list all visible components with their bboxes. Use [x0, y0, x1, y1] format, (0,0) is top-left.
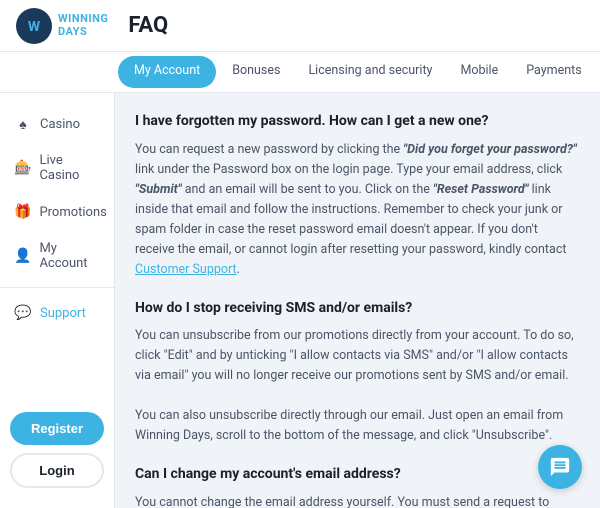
faq-question-2: How do I stop receiving SMS and/or email… [135, 298, 580, 320]
sidebar-item-live-casino[interactable]: 🎰 Live Casino [0, 143, 114, 193]
chat-button[interactable] [538, 445, 582, 489]
bold-text-3: "Reset Password" [433, 182, 529, 197]
tab-mobile[interactable]: Mobile [446, 53, 512, 91]
promotions-icon: 🎁 [14, 203, 31, 221]
tab-my-account[interactable]: My Account [118, 56, 216, 88]
sidebar-label-support: Support [40, 306, 86, 321]
faq-answer-3: You cannot change the email address your… [135, 493, 580, 508]
register-button[interactable]: Register [10, 412, 104, 445]
sidebar-item-promotions[interactable]: 🎁 Promotions [0, 193, 114, 231]
login-button[interactable]: Login [10, 453, 104, 488]
sidebar-label-live-casino: Live Casino [39, 153, 100, 183]
tab-responsible-gaming[interactable]: Responsible Gaming [596, 53, 600, 91]
logo-icon: W [16, 8, 52, 44]
customer-support-link-1[interactable]: Customer Support [135, 262, 237, 277]
tab-bar: My Account Bonuses Licensing and securit… [0, 52, 600, 93]
support-icon: 💬 [14, 304, 32, 322]
sidebar-divider [0, 287, 114, 288]
logo-area: W WINNINGDAYS [16, 8, 108, 44]
main-layout: ♠ Casino 🎰 Live Casino 🎁 Promotions 👤 My… [0, 93, 600, 508]
live-casino-icon: 🎰 [14, 159, 31, 177]
sidebar-label-promotions: Promotions [39, 205, 106, 220]
faq-section-3: Can I change my account's email address?… [135, 464, 580, 508]
casino-icon: ♠ [14, 115, 32, 133]
faq-section-2: How do I stop receiving SMS and/or email… [135, 298, 580, 447]
faq-section-1: I have forgotten my password. How can I … [135, 111, 580, 280]
tab-licensing[interactable]: Licensing and security [294, 53, 446, 91]
faq-question-1: I have forgotten my password. How can I … [135, 111, 580, 133]
sidebar-label-my-account: My Account [39, 241, 100, 271]
faq-question-3: Can I change my account's email address? [135, 464, 580, 486]
bold-text-1: "Did you forget your password?" [403, 142, 576, 157]
sidebar-label-casino: Casino [40, 117, 80, 132]
sidebar: ♠ Casino 🎰 Live Casino 🎁 Promotions 👤 My… [0, 93, 115, 508]
sidebar-item-support[interactable]: 💬 Support [0, 294, 114, 332]
faq-answer-2: You can unsubscribe from our promotions … [135, 326, 580, 446]
my-account-icon: 👤 [14, 247, 31, 265]
sidebar-item-my-account[interactable]: 👤 My Account [0, 231, 114, 281]
faq-answer-1: You can request a new password by clicki… [135, 140, 580, 280]
tab-payments[interactable]: Payments [512, 53, 595, 91]
svg-text:W: W [28, 19, 41, 35]
header: W WINNINGDAYS FAQ [0, 0, 600, 52]
brand-name: WINNINGDAYS [58, 13, 108, 37]
tab-bonuses[interactable]: Bonuses [218, 53, 294, 91]
faq-content: I have forgotten my password. How can I … [115, 93, 600, 508]
sidebar-item-casino[interactable]: ♠ Casino [0, 105, 114, 143]
chat-icon [549, 456, 571, 478]
page-title: FAQ [128, 13, 168, 38]
bold-text-2: "Submit" [135, 182, 182, 197]
